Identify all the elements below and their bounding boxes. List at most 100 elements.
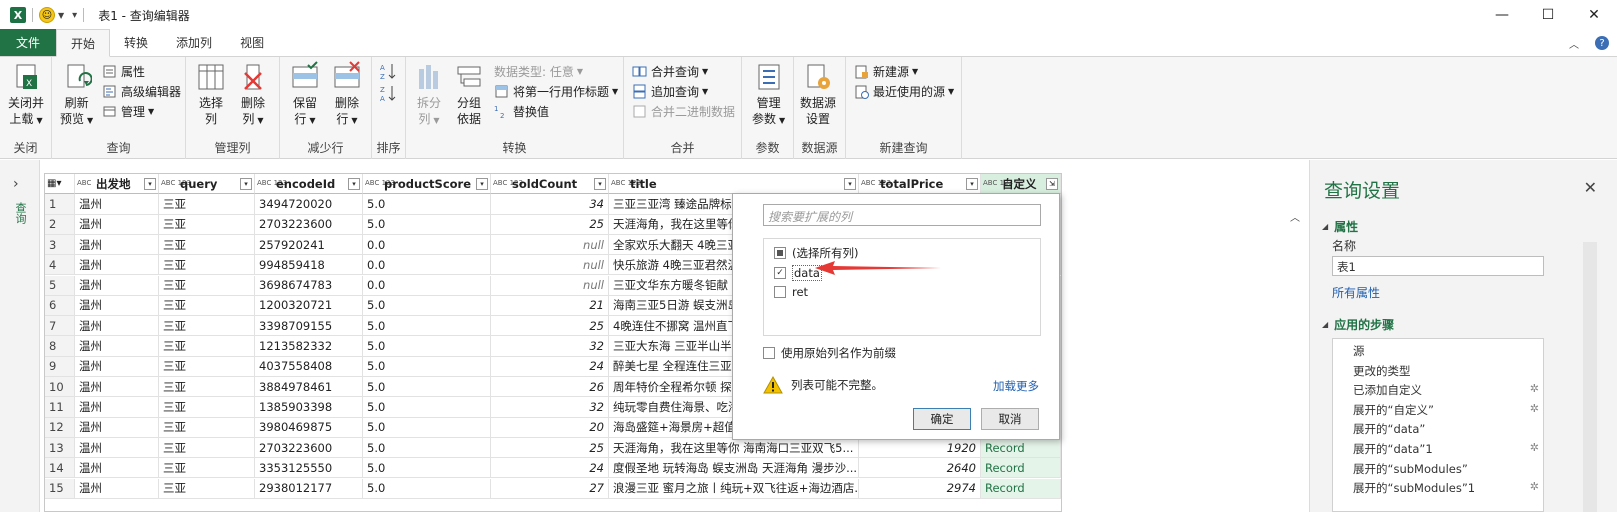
table-cell[interactable]: Record	[981, 478, 1061, 499]
tab-add-column[interactable]: 添加列	[162, 29, 226, 56]
column-header[interactable]: ABC 123 title ▾	[609, 174, 859, 195]
applied-step[interactable]: 源	[1353, 343, 1539, 359]
applied-step[interactable]: 已添加自定义 ✲	[1353, 382, 1539, 398]
sort-descending-button[interactable]: ZA	[380, 83, 402, 103]
applied-step[interactable]: 展开的“自定义” ✲	[1353, 402, 1539, 418]
sort-ascending-button[interactable]: AZ	[380, 61, 402, 81]
column-type-icon[interactable]: ABC	[77, 180, 93, 187]
filter-dropdown-icon[interactable]: ▾	[144, 177, 156, 190]
recent-sources-button[interactable]: 最近使用的源 ▼	[854, 81, 954, 101]
scroll-up-icon[interactable]: ︿	[1286, 209, 1304, 224]
keep-rows-button[interactable]: 保留 行 ▼	[290, 61, 320, 129]
customize-quick-access-icon[interactable]: ▾	[72, 10, 77, 21]
smile-dropdown-icon[interactable]: ▼	[58, 11, 64, 20]
column-header[interactable]: ABC 123 query ▾	[159, 174, 255, 195]
filter-dropdown-icon[interactable]: ▾	[966, 177, 978, 190]
select-all-checkbox[interactable]	[774, 247, 786, 259]
applied-step[interactable]: 展开的“data”	[1353, 421, 1539, 437]
applied-steps-header[interactable]: ◢ 应用的步骤	[1322, 316, 1394, 333]
properties-section-header[interactable]: ◢ 属性	[1322, 218, 1358, 235]
table-row[interactable]: 14 温州 三亚 3353125550 5.0 24 度假圣地 玩转海岛 蜈支洲岛 天涯海角…	[45, 458, 1061, 479]
applied-step[interactable]: 展开的“subModules”1 ✲	[1353, 480, 1539, 496]
step-settings-gear-icon[interactable]: ✲	[1530, 382, 1539, 398]
help-icon[interactable]: ?	[1595, 36, 1609, 50]
data-checkbox[interactable]: ✓	[774, 267, 786, 279]
use-prefix-checkbox[interactable]	[763, 347, 775, 359]
refresh-preview-button[interactable]: 刷新 预览 ▼	[60, 61, 93, 129]
use-prefix-option[interactable]: 使用原始列名作为前缀	[763, 345, 896, 361]
table-menu-icon[interactable]: ▦▾	[45, 174, 75, 195]
filter-dropdown-icon[interactable]: ▾	[240, 177, 252, 190]
maximize-button[interactable]: ☐	[1525, 0, 1571, 30]
column-type-icon[interactable]: ABC 123	[257, 180, 287, 187]
use-first-row-headers-button[interactable]: 将第一行用作标题 ▼	[494, 81, 618, 101]
choose-columns-button[interactable]: 选择 列	[196, 61, 226, 127]
new-source-button[interactable]: 新建源 ▼	[854, 61, 918, 81]
step-settings-gear-icon[interactable]: ✲	[1530, 402, 1539, 418]
column-option-ret[interactable]: ret	[774, 285, 808, 299]
tab-file[interactable]: 文件	[0, 29, 57, 56]
all-properties-link[interactable]: 所有属性	[1332, 284, 1380, 301]
cancel-button[interactable]: 取消	[981, 408, 1039, 430]
remove-rows-button[interactable]: 删除 行 ▼	[332, 61, 362, 129]
merge-queries-button[interactable]: 合并查询 ▼	[632, 61, 708, 81]
group-by-button[interactable]: 分组 依据	[454, 61, 484, 127]
minimize-button[interactable]: —	[1479, 0, 1525, 30]
manage-button[interactable]: 管理 ▼	[102, 101, 154, 121]
table-row[interactable]: 15 温州 三亚 2938012177 5.0 27 浪漫三亚 蜜月之旅丨纯玩+双飞往返+海…	[45, 478, 1061, 499]
column-header[interactable]: ABC 123 productScore ▾	[363, 174, 491, 195]
filter-dropdown-icon[interactable]: ▾	[476, 177, 488, 190]
load-more-link[interactable]: 加载更多	[993, 378, 1039, 394]
close-and-load-button[interactable]: X 关闭并 上载 ▼	[8, 61, 44, 129]
table-cell[interactable]: Record	[981, 437, 1061, 459]
column-type-icon[interactable]: ABC 123	[161, 180, 191, 187]
collapse-ribbon-icon[interactable]: ︿	[1569, 36, 1579, 51]
smile-feedback-icon[interactable]: ☺	[39, 7, 55, 23]
data-type-dropdown[interactable]: 数据类型: 任意 ▼	[494, 61, 583, 81]
settings-pane-scrollbar[interactable]	[1583, 242, 1597, 512]
advanced-editor-button[interactable]: 高级编辑器	[102, 81, 181, 101]
applied-step[interactable]: 更改的类型	[1353, 363, 1539, 379]
column-type-icon[interactable]: ABC 123	[493, 180, 523, 187]
grid-vertical-scrollbar[interactable]: ︿	[1286, 203, 1304, 512]
column-type-icon[interactable]: ABC 123	[861, 180, 891, 187]
column-type-icon[interactable]: ABC 123	[611, 180, 641, 187]
ret-checkbox[interactable]	[774, 286, 786, 298]
append-queries-button[interactable]: 追加查询 ▼	[632, 81, 708, 101]
table-cell[interactable]: Record	[981, 458, 1061, 479]
column-header[interactable]: ABC 123 encodeId ▾	[255, 174, 363, 195]
tab-view[interactable]: 视图	[226, 29, 278, 56]
applied-step[interactable]: 展开的“subModules”	[1353, 461, 1539, 477]
column-header[interactable]: ABC 123 自定义 ⇲	[981, 174, 1061, 195]
column-type-icon[interactable]: ABC 123	[365, 180, 395, 187]
query-name-input[interactable]: 表1	[1332, 256, 1544, 276]
filter-dropdown-icon[interactable]: ▾	[594, 177, 606, 190]
column-type-icon[interactable]: ABC 123	[983, 180, 1013, 187]
ok-button[interactable]: 确定	[913, 408, 971, 430]
expand-column-icon[interactable]: ⇲	[1046, 177, 1058, 190]
filter-dropdown-icon[interactable]: ▾	[844, 177, 856, 190]
datasource-settings-button[interactable]: 数据源 设置	[800, 61, 836, 127]
tab-home[interactable]: 开始	[56, 29, 111, 57]
expand-search-input[interactable]: 搜索要扩展的列	[763, 204, 1041, 226]
step-settings-gear-icon[interactable]: ✲	[1530, 441, 1539, 457]
step-settings-gear-icon[interactable]: ✲	[1530, 480, 1539, 496]
group-label-parameters: 参数	[755, 141, 780, 155]
applied-step[interactable]: 展开的“data”1 ✲	[1353, 441, 1539, 457]
expand-queries-chevron-icon[interactable]: ›	[13, 176, 19, 192]
split-column-button[interactable]: 拆分 列 ▼	[414, 61, 444, 129]
properties-button[interactable]: 属性	[102, 61, 145, 81]
queries-pane-label[interactable]: 查询	[12, 202, 28, 224]
replace-values-button[interactable]: 12 替换值	[494, 101, 549, 121]
column-header[interactable]: ABC 出发地 ▾	[75, 174, 159, 195]
tab-transform[interactable]: 转换	[110, 29, 162, 56]
close-window-button[interactable]: ✕	[1571, 0, 1617, 30]
table-row[interactable]: 13 温州 三亚 2703223600 5.0 25 天涯海角，我在这里等你 海南海口三亚双…	[45, 437, 1061, 459]
filter-dropdown-icon[interactable]: ▾	[348, 177, 360, 190]
column-header[interactable]: ABC 123 totalPrice ▾	[859, 174, 981, 195]
manage-parameters-button[interactable]: 管理 参数 ▼	[752, 61, 785, 129]
column-header[interactable]: ABC 123 soldCount ▾	[491, 174, 609, 195]
remove-columns-button[interactable]: 删除 列 ▼	[238, 61, 268, 129]
combine-binaries-button[interactable]: 合并二进制数据	[632, 101, 735, 121]
close-pane-icon[interactable]: ✕	[1584, 178, 1597, 197]
